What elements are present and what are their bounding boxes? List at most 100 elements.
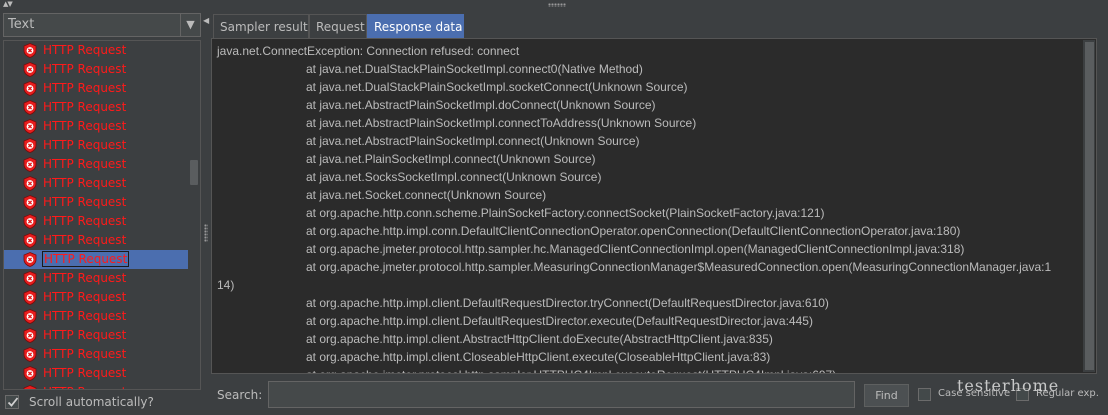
tree-item-label: HTTP Request <box>43 309 127 323</box>
error-shield-icon <box>23 81 37 96</box>
response-line: at org.apache.http.impl.client.AbstractH… <box>306 332 773 346</box>
tree-item[interactable]: HTTP Request <box>4 79 188 98</box>
renderer-select[interactable]: Text ▼ <box>3 13 201 37</box>
tree-item[interactable]: HTTP Request <box>4 307 188 326</box>
tree-item[interactable]: HTTP Request <box>4 193 188 212</box>
chevron-down-icon[interactable]: ▼ <box>180 14 200 36</box>
tree-item-label: HTTP Request <box>43 157 127 171</box>
response-line: at org.apache.http.impl.client.DefaultRe… <box>306 314 813 328</box>
expand-arrow-icon[interactable]: ◀ <box>203 16 209 25</box>
response-scrollbar[interactable] <box>1083 40 1095 372</box>
error-shield-icon <box>23 62 37 77</box>
tree-item-label: HTTP Request <box>43 62 127 76</box>
error-shield-icon <box>23 290 37 305</box>
response-line: at java.net.AbstractPlainSocketImpl.doCo… <box>306 98 656 112</box>
checkmark-icon <box>7 397 19 407</box>
tree-item-label: HTTP Request <box>43 195 127 209</box>
tree-item[interactable]: HTTP Request <box>4 269 188 288</box>
response-line: at org.apache.jmeter.protocol.http.sampl… <box>306 260 1052 274</box>
tree-item-label: HTTP Request <box>43 138 127 152</box>
splitter-grip-icon[interactable] <box>204 224 208 242</box>
tree-item-label: HTTP Request <box>43 347 127 361</box>
scroll-automatically-checkbox[interactable] <box>5 395 19 409</box>
tree-item[interactable]: HTTP Request <box>4 155 188 174</box>
error-shield-icon <box>23 176 37 191</box>
tree-item-label: HTTP Request <box>42 251 130 267</box>
tree-item-label: HTTP Request <box>43 100 127 114</box>
tree-item[interactable]: HTTP Request <box>4 250 188 269</box>
tree-item-label: HTTP Request <box>43 328 127 342</box>
tree-item[interactable]: HTTP Request <box>4 41 188 60</box>
tab-request[interactable]: Request <box>309 14 367 38</box>
tree-item[interactable]: HTTP Request <box>4 326 188 345</box>
error-shield-icon <box>23 157 37 172</box>
tree-item[interactable]: HTTP Request <box>4 231 188 250</box>
collapse-arrows-icon[interactable]: ▲▼ <box>3 1 13 8</box>
response-line: at java.net.AbstractPlainSocketImpl.conn… <box>306 116 697 130</box>
vertical-splitter[interactable]: ◀ <box>202 12 211 412</box>
error-shield-icon <box>23 43 37 58</box>
response-line: at org.apache.http.conn.scheme.PlainSock… <box>306 206 825 220</box>
error-shield-icon <box>23 309 37 324</box>
response-data-text[interactable]: java.net.ConnectException: Connection re… <box>211 38 1097 374</box>
error-shield-icon <box>23 271 37 286</box>
tree-item[interactable]: HTTP Request <box>4 364 188 383</box>
tree-item[interactable]: HTTP Request <box>4 136 188 155</box>
tree-item-label: HTTP Request <box>43 176 127 190</box>
splitter-grip-icon[interactable] <box>548 3 566 7</box>
response-scrollbar-thumb[interactable] <box>1085 42 1094 370</box>
tree-item-label: HTTP Request <box>43 119 127 133</box>
error-shield-icon <box>23 366 37 381</box>
response-line: at java.net.DualStackPlainSocketImpl.con… <box>306 62 643 76</box>
search-input[interactable] <box>268 381 855 408</box>
error-shield-icon <box>23 195 37 210</box>
response-line: at java.net.Socket.connect(Unknown Sourc… <box>306 188 547 202</box>
tree-item[interactable]: HTTP Request <box>4 117 188 136</box>
error-shield-icon <box>23 385 37 389</box>
tree-item[interactable]: HTTP Request <box>4 60 188 79</box>
tree-item[interactable]: HTTP Request <box>4 212 188 231</box>
tree-item[interactable]: HTTP Request <box>4 288 188 307</box>
tab-response-data[interactable]: Response data <box>367 14 464 38</box>
tree-item-label: HTTP Request <box>43 385 126 389</box>
find-button[interactable]: Find <box>864 384 909 407</box>
top-splitter[interactable]: ▲▼ <box>0 0 1108 10</box>
response-line: at org.apache.http.impl.conn.DefaultClie… <box>306 224 961 238</box>
error-shield-icon <box>23 100 37 115</box>
response-line: at java.net.PlainSocketImpl.connect(Unkn… <box>306 152 596 166</box>
tree-scrollbar[interactable] <box>188 41 200 389</box>
tree-item-label: HTTP Request <box>43 366 127 380</box>
error-shield-icon <box>23 328 37 343</box>
tree-item-label: HTTP Request <box>43 43 127 57</box>
tree-item-label: HTTP Request <box>43 271 127 285</box>
response-line: at java.net.DualStackPlainSocketImpl.soc… <box>306 80 688 94</box>
results-tree[interactable]: HTTP Request HTTP Request HTTP Request HTTP… <box>3 40 201 390</box>
watermark: testerhome <box>957 376 1060 395</box>
search-label: Search: <box>217 388 263 402</box>
response-line: at org.apache.jmeter.protocol.http.sampl… <box>306 242 965 256</box>
tree-item[interactable]: HTTP Request <box>4 98 188 117</box>
tree-item[interactable]: HTTP Request <box>4 345 188 364</box>
error-shield-icon <box>23 252 37 267</box>
tree-item-label: HTTP Request <box>43 214 127 228</box>
response-line: at org.apache.http.impl.client.Closeable… <box>306 350 771 364</box>
tree-item-label: HTTP Request <box>43 233 127 247</box>
response-line: 14) <box>217 278 235 292</box>
renderer-select-value: Text <box>8 17 35 32</box>
tree-item[interactable]: HTTP Request <box>4 383 188 389</box>
response-line: at org.apache.http.impl.client.DefaultRe… <box>306 296 829 310</box>
response-line: at java.net.SocksSocketImpl.connect(Unkn… <box>306 170 602 184</box>
error-shield-icon <box>23 119 37 134</box>
tree-item-label: HTTP Request <box>43 290 127 304</box>
scroll-automatically-label: Scroll automatically? <box>29 395 154 409</box>
tree-item[interactable]: HTTP Request <box>4 174 188 193</box>
error-shield-icon <box>23 214 37 229</box>
error-shield-icon <box>23 233 37 248</box>
error-shield-icon <box>23 347 37 362</box>
tree-item-label: HTTP Request <box>43 81 127 95</box>
tree-scrollbar-thumb[interactable] <box>190 160 198 185</box>
error-shield-icon <box>23 138 37 153</box>
tab-sampler-result[interactable]: Sampler result <box>213 14 309 38</box>
case-sensitive-checkbox[interactable] <box>918 388 931 401</box>
response-line: at org.apache.jmeter.protocol.http.sampl… <box>306 368 836 373</box>
